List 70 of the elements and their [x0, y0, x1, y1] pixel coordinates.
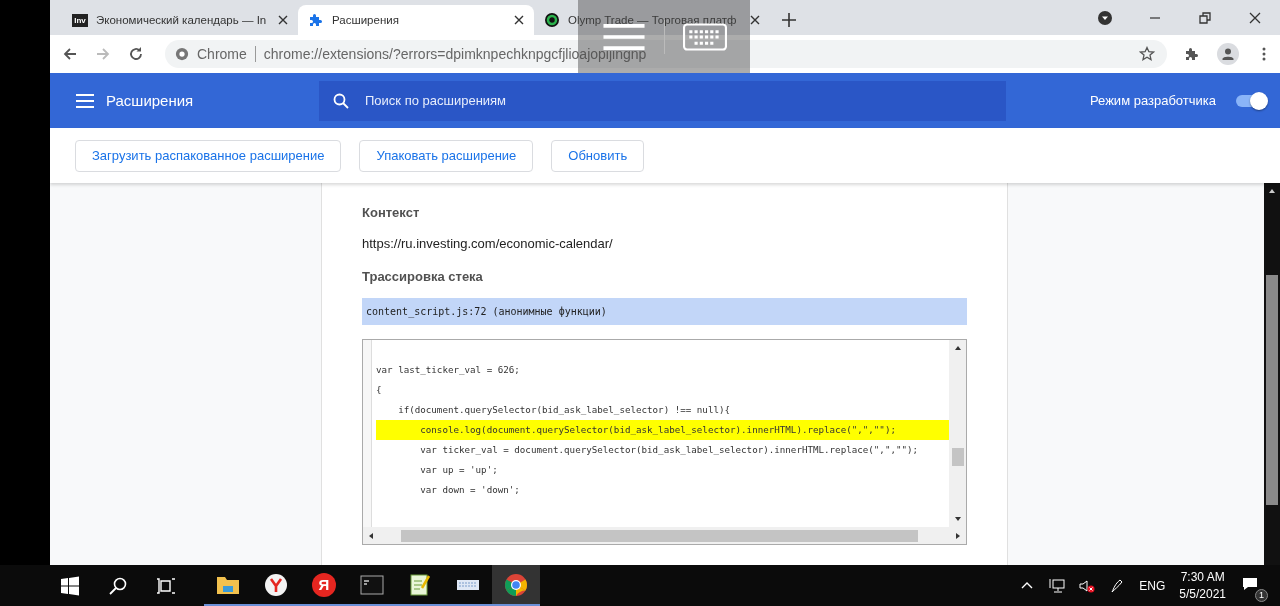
close-icon[interactable]: [750, 15, 760, 25]
restore-icon[interactable]: [1197, 10, 1213, 26]
site-label: Chrome: [197, 46, 247, 62]
code-line: {: [376, 383, 383, 397]
scroll-left-icon[interactable]: [367, 531, 375, 540]
action-button[interactable]: Загрузить распакованное расширение: [75, 139, 342, 172]
scrollbar-thumb[interactable]: [951, 448, 964, 466]
search-icon: [333, 92, 349, 109]
developer-mode-toggle[interactable]: [1236, 94, 1266, 107]
puzzle-icon: [308, 12, 324, 28]
code-line: var ticker_val = document.querySelector(bid_ask_label_selector).innerHTML.replace(",","");: [419, 443, 920, 457]
new-tab-icon[interactable]: [782, 13, 796, 27]
volume-muted-icon[interactable]: [1079, 577, 1096, 594]
search-bar[interactable]: Поиск по расширениям: [319, 80, 1006, 121]
search-icon[interactable]: [108, 575, 128, 596]
puzzle-icon[interactable]: [1184, 46, 1200, 62]
tab-title: Расширения: [332, 14, 400, 26]
scroll-up-icon[interactable]: [1268, 187, 1276, 195]
scroll-down-icon[interactable]: [953, 515, 962, 523]
chrome-logo-icon: [175, 47, 189, 61]
section-label: Трассировка стека: [362, 269, 484, 284]
notepad-icon: [408, 572, 432, 597]
back-icon[interactable]: [62, 46, 78, 62]
app-letter-icon: Я: [312, 572, 336, 597]
code-line: if(document.querySelector(bid_ask_label_selector) !== null){: [397, 403, 731, 417]
notification-icon[interactable]: [1242, 575, 1258, 592]
reload-icon[interactable]: [128, 46, 144, 62]
vertical-scrollbar[interactable]: [949, 340, 966, 527]
action-button[interactable]: Обновить: [551, 139, 645, 172]
section-label: Контекст: [362, 205, 421, 220]
close-icon[interactable]: [514, 15, 524, 25]
stack-frame[interactable]: content_script.js:72 (анонимные функции): [362, 298, 967, 325]
developer-mode-label: Режим разработчика: [1090, 93, 1216, 108]
page-scrollbar[interactable]: [1264, 183, 1280, 565]
scroll-right-icon[interactable]: [954, 531, 962, 540]
context-url: https://ru.investing.com/economic-calendar/: [362, 236, 614, 251]
star-icon[interactable]: [1139, 46, 1155, 62]
code-line: var up = 'up';: [419, 463, 499, 477]
browser-tab[interactable]: Inv Экономический календарь — In: [62, 5, 298, 35]
scrollbar-thumb[interactable]: [401, 529, 918, 542]
profile-icon[interactable]: [1217, 43, 1239, 65]
site-favicon: Inv: [72, 13, 88, 27]
tab-title: Экономический календарь — In: [96, 14, 268, 26]
browser-icon: [264, 572, 288, 597]
browser-tab[interactable]: Расширения: [298, 5, 534, 35]
dropdown-icon[interactable]: [1097, 10, 1113, 26]
search-field[interactable]: Поиск по расширениям: [363, 92, 1006, 109]
notification-count: 1: [1255, 588, 1268, 602]
address-bar[interactable]: Chrome chrome://extensions/?errors=dpimknpechknpgcfjlioajopijingnp: [165, 40, 1167, 68]
url-text: chrome://extensions/?errors=dpimknpechknpgcfjlioajopijingnp: [263, 46, 647, 62]
horizontal-scrollbar[interactable]: [363, 527, 966, 544]
start-icon[interactable]: [60, 575, 80, 596]
chrome-logo-icon: [504, 572, 528, 597]
network-icon[interactable]: [1049, 577, 1066, 594]
taskbar-app[interactable]: [492, 565, 540, 606]
language-indicator[interactable]: ENG: [1139, 578, 1166, 593]
close-icon[interactable]: [278, 15, 288, 25]
task-view-icon[interactable]: [156, 575, 176, 596]
page-title: Расширения: [106, 92, 195, 109]
scroll-up-icon[interactable]: [953, 344, 962, 352]
ring-icon: [544, 12, 560, 28]
close-icon[interactable]: [1247, 10, 1263, 26]
menu-icon[interactable]: [76, 93, 94, 108]
code-line: var down = 'down';: [419, 483, 521, 497]
action-button[interactable]: Упаковать расширение: [359, 139, 534, 172]
taskbar-app[interactable]: Я: [300, 565, 348, 606]
code-line: var last_ticker_val = 626;: [376, 363, 521, 377]
scrollbar-thumb[interactable]: [1266, 275, 1278, 505]
terminal-icon: [360, 572, 384, 597]
clock[interactable]: 7:30 AM 5/5/2021: [1179, 568, 1226, 603]
